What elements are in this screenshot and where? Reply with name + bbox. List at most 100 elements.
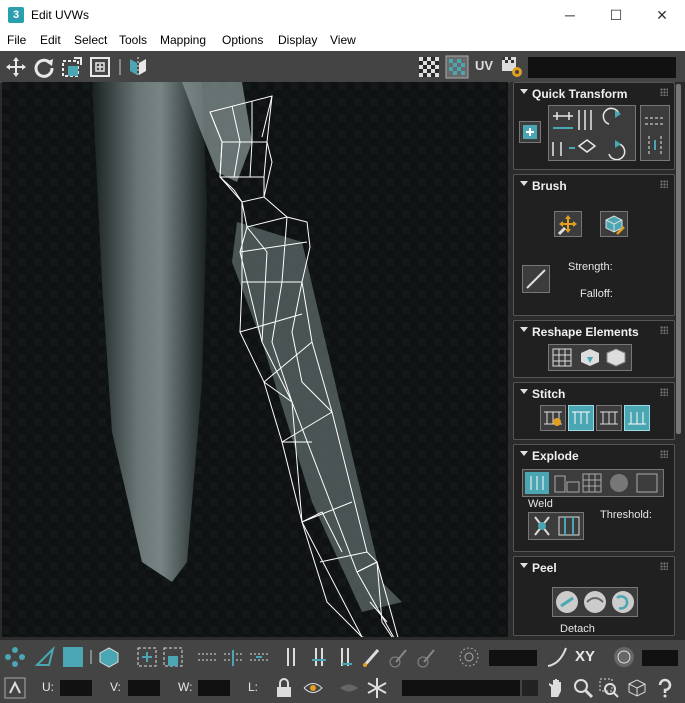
panel-quick-transform: Quick Transform <box>513 82 675 170</box>
selection-set-field[interactable] <box>402 680 520 696</box>
loop-shrink-icon[interactable] <box>248 646 270 668</box>
menu-mapping[interactable]: Mapping <box>160 33 206 47</box>
lock-icon[interactable] <box>273 677 295 699</box>
u-field[interactable] <box>60 680 92 696</box>
collapse-arrow-icon[interactable] <box>520 389 528 394</box>
panel-title[interactable]: Quick Transform <box>532 87 627 101</box>
collapse-arrow-icon[interactable] <box>520 327 528 332</box>
freeze-icon[interactable] <box>366 677 388 699</box>
menu-select[interactable]: Select <box>74 33 107 47</box>
move-icon[interactable] <box>4 55 28 79</box>
element-select-icon[interactable] <box>98 646 120 668</box>
vertex-select-icon[interactable] <box>4 646 26 668</box>
mirror-icon[interactable] <box>126 55 150 79</box>
menu-edit[interactable]: Edit <box>40 33 61 47</box>
loop-grow-icon[interactable] <box>222 646 244 668</box>
title-bar: 3 Edit UVWs ─ ☐ ✕ <box>0 0 685 30</box>
grip-icon[interactable] <box>660 88 668 96</box>
v-field[interactable] <box>128 680 160 696</box>
stitch-target-icon <box>628 412 646 425</box>
pan-icon[interactable] <box>545 677 567 699</box>
falloff-space-icon[interactable] <box>613 646 635 668</box>
uv-canvas[interactable] <box>2 82 508 637</box>
grip-icon[interactable] <box>660 388 668 396</box>
uv-settings-icon[interactable] <box>500 55 524 79</box>
grip-icon[interactable] <box>660 180 668 188</box>
loop-select-icon[interactable] <box>196 646 218 668</box>
paint-shrink-icon[interactable] <box>416 646 438 668</box>
stitch-source-button[interactable] <box>568 405 594 431</box>
pivot-button[interactable] <box>519 121 541 143</box>
menu-display[interactable]: Display <box>278 33 317 47</box>
checker-toggle-icon[interactable] <box>445 55 469 79</box>
help-icon[interactable] <box>654 677 676 699</box>
relax-brush-button[interactable] <box>600 211 628 237</box>
selection-set-dropdown[interactable] <box>522 680 538 696</box>
paint-grow-icon[interactable] <box>388 646 410 668</box>
collapse-arrow-icon[interactable] <box>520 89 528 94</box>
absolute-offset-icon[interactable] <box>4 677 26 699</box>
stitch-target-button[interactable] <box>624 405 650 431</box>
space-buttons-group[interactable] <box>640 105 670 161</box>
grip-icon[interactable] <box>660 326 668 334</box>
panel-title[interactable]: Reshape Elements <box>532 325 639 339</box>
panel-title[interactable]: Explode <box>532 449 579 463</box>
face-select-icon[interactable] <box>62 646 84 668</box>
panel-title[interactable]: Brush <box>532 179 567 193</box>
w-field[interactable] <box>198 680 230 696</box>
menu-file[interactable]: File <box>7 33 26 47</box>
texture-background <box>2 82 508 637</box>
ring-select-icon[interactable] <box>280 646 302 668</box>
xy-toggle[interactable]: XY <box>575 648 595 665</box>
collapse-arrow-icon[interactable] <box>520 563 528 568</box>
close-button[interactable]: ✕ <box>639 0 685 30</box>
panel-scrollbar[interactable] <box>676 84 681 434</box>
soft-select-icon[interactable] <box>458 646 480 668</box>
menu-tools[interactable]: Tools <box>119 33 147 47</box>
weld-buttons-group[interactable] <box>528 512 584 540</box>
grow-select-icon[interactable] <box>136 646 158 668</box>
peel-buttons-group[interactable] <box>552 587 638 617</box>
rotate-icon[interactable] <box>32 55 56 79</box>
zoom-extents-icon[interactable] <box>626 677 648 699</box>
zoom-icon[interactable] <box>572 677 594 699</box>
explode-buttons-group[interactable] <box>522 469 664 497</box>
grip-icon[interactable] <box>660 562 668 570</box>
panel-title[interactable]: Stitch <box>532 387 565 401</box>
detach-label: Detach <box>560 623 595 635</box>
hide-icon[interactable] <box>338 677 360 699</box>
collapse-arrow-icon[interactable] <box>520 451 528 456</box>
maximize-button[interactable]: ☐ <box>593 0 639 30</box>
uv-space-label[interactable]: UV <box>475 58 493 73</box>
app-icon: 3 <box>8 7 24 23</box>
falloff-distance-field[interactable] <box>489 650 537 666</box>
paint-select-icon[interactable] <box>360 646 382 668</box>
menu-view[interactable]: View <box>330 33 356 47</box>
reshape-buttons-group[interactable] <box>548 344 632 371</box>
shrink-select-icon[interactable] <box>162 646 184 668</box>
ring-shrink-icon[interactable] <box>334 646 356 668</box>
collapse-arrow-icon[interactable] <box>520 181 528 186</box>
panel-title[interactable]: Peel <box>532 561 557 575</box>
brush-move-icon <box>557 215 577 236</box>
stitch-average-button[interactable] <box>596 405 622 431</box>
align-buttons-group[interactable] <box>548 105 636 161</box>
ring-grow-icon[interactable] <box>308 646 330 668</box>
texture-dropdown[interactable] <box>528 57 676 78</box>
brush-falloff-button[interactable] <box>522 265 550 293</box>
checker-icon[interactable] <box>417 55 441 79</box>
stitch-custom-button[interactable] <box>540 405 566 431</box>
minimize-button[interactable]: ─ <box>547 0 593 30</box>
grip-icon[interactable] <box>660 450 668 458</box>
falloff-curve-icon[interactable] <box>546 646 568 668</box>
edge-select-icon[interactable] <box>34 646 56 668</box>
menu-options[interactable]: Options <box>222 33 263 47</box>
paint-move-button[interactable] <box>554 211 582 237</box>
freeform-icon[interactable] <box>88 55 112 79</box>
zoom-region-icon[interactable] <box>598 677 620 699</box>
falloff-value-field[interactable] <box>642 650 678 666</box>
v-label: V: <box>110 680 121 694</box>
scale-icon[interactable] <box>60 55 84 79</box>
uv-viewport[interactable] <box>2 82 508 637</box>
show-hidden-edges-icon[interactable] <box>302 677 324 699</box>
